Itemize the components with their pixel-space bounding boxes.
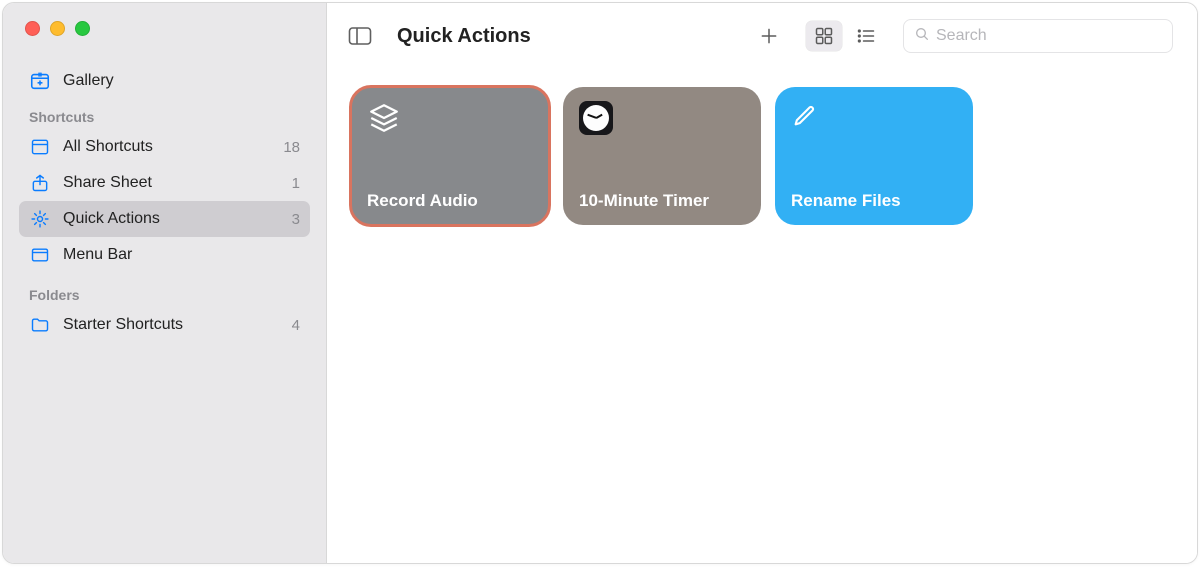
window-controls — [3, 3, 326, 55]
toolbar: Quick Actions — [327, 3, 1197, 69]
gear-icon — [29, 208, 51, 230]
close-window-button[interactable] — [25, 21, 40, 36]
sidebar-item-all-shortcuts[interactable]: All Shortcuts 18 — [19, 129, 310, 165]
shortcut-card-timer[interactable]: 10-Minute Timer — [563, 87, 761, 225]
search-input[interactable] — [936, 27, 1162, 45]
menu-bar-icon — [29, 244, 51, 266]
all-shortcuts-icon — [29, 136, 51, 158]
shortcut-card-rename-files[interactable]: Rename Files — [775, 87, 973, 225]
search-icon — [914, 26, 930, 47]
view-switcher — [803, 18, 887, 54]
sidebar-label: Quick Actions — [63, 210, 160, 228]
fullscreen-window-button[interactable] — [75, 21, 90, 36]
card-title: Rename Files — [791, 191, 957, 211]
card-title: Record Audio — [367, 191, 533, 211]
shortcuts-grid: Record Audio 10-Minute Timer Rename File… — [351, 87, 1173, 225]
gallery-icon — [29, 70, 51, 92]
minimize-window-button[interactable] — [50, 21, 65, 36]
sidebar-heading-shortcuts: Shortcuts — [19, 103, 326, 129]
clock-icon — [579, 101, 613, 135]
sidebar-item-menu-bar[interactable]: Menu Bar — [19, 237, 310, 273]
app-window: Gallery Shortcuts All Shortcuts 18 Share… — [2, 2, 1198, 564]
sidebar-count: 3 — [292, 211, 300, 228]
content-area: Record Audio 10-Minute Timer Rename File… — [327, 69, 1197, 563]
card-title: 10-Minute Timer — [579, 191, 745, 211]
sidebar-count: 4 — [292, 317, 300, 334]
share-icon — [29, 172, 51, 194]
shortcut-card-record-audio[interactable]: Record Audio — [351, 87, 549, 225]
sidebar-label: Gallery — [63, 72, 114, 90]
main-area: Quick Actions — [327, 3, 1197, 563]
sidebar-heading-folders: Folders — [19, 277, 326, 307]
search-field[interactable] — [903, 19, 1173, 53]
sidebar-label: Starter Shortcuts — [63, 316, 183, 334]
sidebar-item-share-sheet[interactable]: Share Sheet 1 — [19, 165, 310, 201]
folder-icon — [29, 314, 51, 336]
page-title: Quick Actions — [397, 25, 531, 48]
pencil-icon — [791, 101, 825, 135]
sidebar-item-starter-shortcuts[interactable]: Starter Shortcuts 4 — [19, 307, 310, 343]
list-view-button[interactable] — [848, 21, 884, 51]
sidebar-count: 1 — [292, 175, 300, 192]
sidebar-item-gallery[interactable]: Gallery — [19, 63, 310, 99]
sidebar-label: Menu Bar — [63, 246, 132, 264]
grid-view-button[interactable] — [806, 21, 842, 51]
sidebar-label: Share Sheet — [63, 174, 152, 192]
layers-icon — [367, 101, 401, 135]
sidebar-toggle-button[interactable] — [343, 22, 377, 50]
sidebar: Gallery Shortcuts All Shortcuts 18 Share… — [3, 3, 327, 563]
sidebar-item-quick-actions[interactable]: Quick Actions 3 — [19, 201, 310, 237]
sidebar-label: All Shortcuts — [63, 138, 153, 156]
add-shortcut-button[interactable] — [751, 21, 787, 51]
sidebar-count: 18 — [283, 139, 300, 156]
